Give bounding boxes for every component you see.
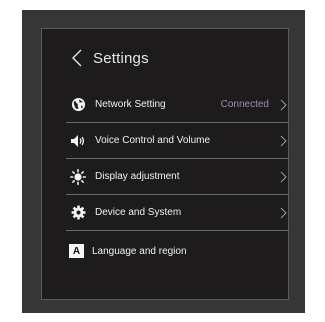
- device-system-row[interactable]: Device and System: [66, 195, 289, 231]
- language-icon: A: [69, 244, 84, 258]
- chevron-right-icon: [279, 171, 287, 183]
- page-title: Settings: [93, 49, 149, 67]
- globe-icon: [69, 96, 87, 114]
- settings-list: Network Setting Connected Voice Control …: [66, 87, 289, 271]
- chevron-left-icon: [72, 49, 82, 67]
- settings-screen: Settings Network Setting Connected Voice…: [41, 28, 289, 300]
- network-setting-row[interactable]: Network Setting Connected: [66, 87, 289, 123]
- gear-icon: [69, 204, 87, 222]
- voice-control-row[interactable]: Voice Control and Volume: [66, 123, 289, 159]
- language-region-label: Language and region: [92, 245, 187, 257]
- speaker-icon: [69, 132, 87, 150]
- display-adjustment-row[interactable]: Display adjustment: [66, 159, 289, 195]
- device-system-label: Device and System: [95, 207, 182, 218]
- header: Settings: [71, 47, 149, 69]
- voice-control-label: Voice Control and Volume: [95, 135, 211, 146]
- network-setting-label: Network Setting: [95, 99, 166, 110]
- sun-icon: [69, 168, 87, 186]
- chevron-right-icon: [279, 99, 287, 111]
- back-button[interactable]: [71, 48, 83, 68]
- chevron-right-icon: [279, 207, 287, 219]
- chevron-right-icon: [279, 135, 287, 147]
- display-adjustment-label: Display adjustment: [95, 171, 180, 182]
- network-status: Connected: [220, 99, 269, 110]
- language-region-row[interactable]: A Language and region: [66, 231, 289, 271]
